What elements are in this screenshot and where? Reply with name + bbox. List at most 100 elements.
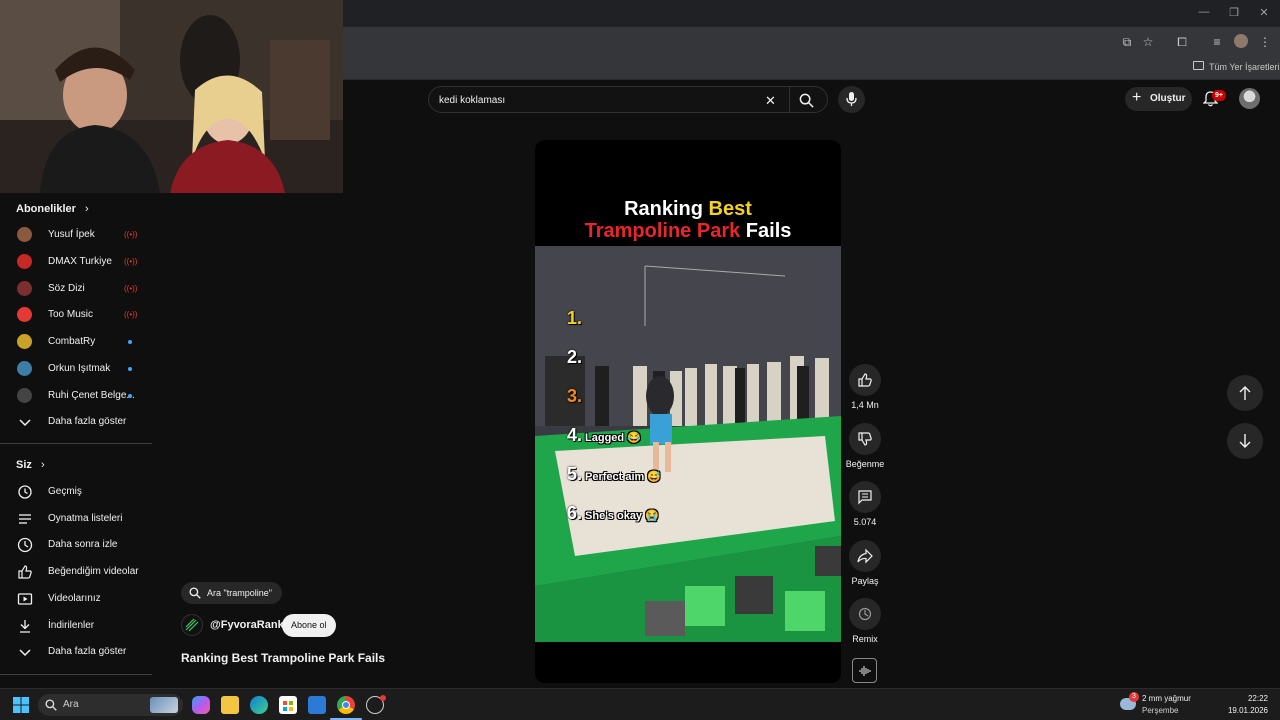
- outlook-icon[interactable]: [308, 696, 326, 714]
- your-videos-icon: [17, 593, 33, 605]
- show-more-label: Daha fazla göster: [48, 646, 127, 657]
- sound-button[interactable]: [852, 658, 877, 683]
- subscribe-button[interactable]: Abone ol: [282, 614, 336, 637]
- channel-handle[interactable]: @FyvoraRank: [210, 619, 284, 631]
- thumbs-up-icon: [858, 373, 872, 387]
- you-menu-item[interactable]: Beğendiğim videolar: [0, 559, 152, 585]
- bookmark-star-icon[interactable]: ☆: [1140, 34, 1156, 50]
- channel-avatar[interactable]: [181, 614, 203, 636]
- share-icon: [857, 548, 873, 564]
- all-bookmarks-label[interactable]: Tüm Yer İşaretleri: [1209, 62, 1280, 72]
- you-menu-item[interactable]: İndirilenler: [0, 613, 152, 639]
- extensions-icon[interactable]: ⧠: [1174, 34, 1190, 50]
- thumbs-down-icon: [858, 432, 872, 446]
- media-controls-icon[interactable]: ≡: [1209, 34, 1225, 50]
- comments-button[interactable]: [849, 481, 881, 513]
- rank-number: 1.: [567, 308, 583, 328]
- playlist-icon: [19, 514, 31, 524]
- microsoft-store-icon[interactable]: [279, 696, 297, 714]
- channel-name: CombatRy: [48, 336, 96, 348]
- search-icon: [45, 699, 57, 711]
- microphone-icon: [846, 92, 857, 106]
- next-video-button[interactable]: [1227, 423, 1263, 459]
- previous-video-button[interactable]: [1227, 375, 1263, 411]
- remix-label: Remix: [852, 634, 878, 644]
- file-explorer-icon[interactable]: [221, 696, 239, 714]
- chrome-icon[interactable]: [337, 696, 355, 714]
- plus-icon: +: [1132, 89, 1142, 106]
- rank-row: 2.: [567, 347, 585, 368]
- sidebar-divider: [0, 443, 152, 444]
- rank-number: 5.: [567, 464, 583, 484]
- subscription-item[interactable]: Söz Dizi ((•)): [0, 276, 152, 302]
- subscription-item[interactable]: Ruhi Çenet Belge...: [0, 383, 152, 409]
- rank-row: 3.: [567, 386, 585, 407]
- restore-icon[interactable]: ❐: [1227, 6, 1241, 19]
- taskbar-search[interactable]: Ara: [38, 694, 183, 716]
- subscription-item[interactable]: Orkun Işıtmak: [0, 356, 152, 382]
- weather-text[interactable]: 2 mm yağmur: [1142, 694, 1191, 703]
- search-input[interactable]: [439, 93, 759, 107]
- search-divider: [789, 86, 790, 113]
- account-avatar[interactable]: [1239, 88, 1260, 109]
- search-box[interactable]: ✕: [428, 86, 828, 113]
- create-label: Oluştur: [1150, 93, 1186, 104]
- subscriptions-heading[interactable]: Abonelikler ›: [16, 203, 89, 215]
- close-window-icon[interactable]: ✕: [1257, 6, 1271, 19]
- subscription-item[interactable]: CombatRy: [0, 329, 152, 355]
- video-bottom-band: [535, 642, 841, 683]
- channel-avatar: [17, 227, 32, 242]
- rank-row: 4. Lagged 😂: [567, 425, 641, 446]
- search-icon[interactable]: [799, 93, 814, 108]
- new-content-dot: [128, 367, 132, 371]
- dislike-button[interactable]: [849, 423, 881, 455]
- you-menu-item[interactable]: Geçmiş: [0, 479, 152, 505]
- search-chip[interactable]: Ara "trampoline": [181, 582, 282, 604]
- subscription-item[interactable]: DMAX Turkiye ((•)): [0, 249, 152, 275]
- shorts-video-player[interactable]: Ranking Best Trampoline Park Fails 1. 2.…: [535, 140, 841, 683]
- show-more-subscriptions[interactable]: Daha fazla göster: [0, 409, 152, 435]
- title-word-red: Trampoline Park: [584, 220, 741, 242]
- like-count: 1,4 Mn: [851, 400, 879, 410]
- clock-time[interactable]: 22:22: [1222, 694, 1268, 703]
- like-button[interactable]: [849, 364, 881, 396]
- install-app-icon[interactable]: ⧉: [1119, 34, 1135, 50]
- clock-date[interactable]: 19.01.2026: [1222, 706, 1268, 715]
- show-more-you[interactable]: Daha fazla göster: [0, 639, 152, 665]
- edge-browser-icon[interactable]: [250, 696, 268, 714]
- subscription-item[interactable]: Too Music ((•)): [0, 302, 152, 328]
- new-content-dot: [128, 393, 132, 398]
- you-menu-item[interactable]: Videolarınız: [0, 586, 152, 612]
- webcam-overlay: [0, 0, 343, 193]
- minimize-icon[interactable]: —: [1197, 6, 1211, 18]
- channel-name: Too Music: [48, 309, 94, 321]
- share-button[interactable]: [849, 540, 881, 572]
- profile-avatar[interactable]: [1234, 34, 1248, 48]
- channel-avatar: [17, 361, 32, 376]
- create-button[interactable]: + Oluştur: [1125, 87, 1192, 111]
- video-caption-title[interactable]: Ranking Best Trampoline Park Fails: [181, 651, 385, 665]
- subscription-item[interactable]: Yusuf İpek ((•)): [0, 222, 152, 248]
- you-heading[interactable]: Siz ›: [16, 459, 45, 471]
- remix-icon: [858, 607, 872, 621]
- clear-search-icon[interactable]: ✕: [765, 93, 776, 109]
- windows-start-icon[interactable]: [13, 697, 29, 713]
- rank-caption: Lagged 😂: [585, 432, 641, 444]
- menu-item-label: Oynatma listeleri: [48, 512, 123, 524]
- like-icon: [18, 565, 32, 579]
- channel-avatar: [17, 387, 32, 403]
- remix-button[interactable]: [849, 598, 881, 630]
- share-label: Paylaş: [851, 576, 879, 586]
- voice-search-button[interactable]: [838, 86, 865, 113]
- copilot-icon[interactable]: [192, 696, 210, 714]
- more-menu-icon[interactable]: ⋮: [1257, 34, 1273, 50]
- search-highlight-icon: [150, 697, 178, 713]
- live-broadcast-icon: ((•)): [124, 310, 138, 320]
- you-menu-item[interactable]: Oynatma listeleri: [0, 506, 152, 532]
- app-badge-dot: [380, 695, 386, 701]
- sidebar-divider: [0, 674, 152, 675]
- menu-item-label: İndirilenler: [48, 619, 95, 631]
- you-menu-item[interactable]: Daha sonra izle: [0, 532, 152, 558]
- webcam-image: [0, 0, 343, 193]
- rank-row: 1.: [567, 308, 585, 329]
